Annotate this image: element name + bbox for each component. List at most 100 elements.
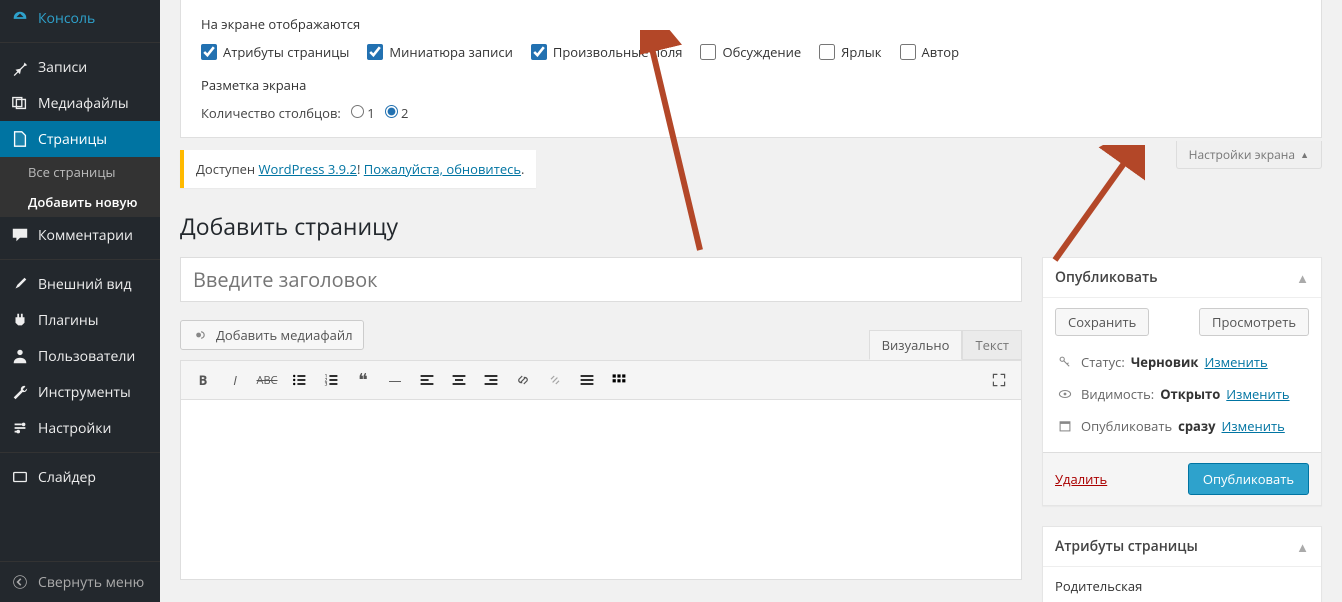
link-button[interactable] [509, 366, 537, 394]
slider-icon [10, 467, 30, 487]
menu-label: Консоль [38, 9, 95, 28]
menu-label: Настройки [38, 419, 111, 438]
menu-users[interactable]: Пользователи [0, 338, 160, 374]
cols-label: Количество столбцов: [201, 104, 341, 122]
editor-body[interactable] [180, 400, 1022, 580]
edit-status-link[interactable]: Изменить [1204, 353, 1267, 371]
unlink-button[interactable] [541, 366, 569, 394]
menu-pages[interactable]: Страницы [0, 121, 160, 157]
tab-text[interactable]: Текст [962, 330, 1022, 360]
visibility-line: Видимость: Открыто Изменить [1055, 378, 1309, 410]
editor-column: Добавить медиафайл Визуально Текст B I A… [180, 257, 1022, 602]
page-heading: Добавить страницу [180, 210, 1322, 242]
menu-slider[interactable]: Слайдер [0, 459, 160, 495]
hr-button[interactable]: — [381, 366, 409, 394]
strike-button[interactable]: ABC [253, 366, 281, 394]
chk-slug-input[interactable] [819, 44, 835, 60]
more-button[interactable] [573, 366, 601, 394]
screen-options-tab-label: Настройки экрана [1189, 146, 1295, 163]
update-link[interactable]: Пожалуйста, обновитесь [364, 160, 521, 178]
menu-settings[interactable]: Настройки [0, 410, 160, 446]
pages-submenu: Все страницы Добавить новую [0, 157, 160, 217]
pages-icon [10, 129, 30, 149]
menu-label: Страницы [38, 130, 107, 149]
preview-button[interactable]: Просмотреть [1199, 308, 1309, 336]
menu-plugins[interactable]: Плагины [0, 302, 160, 338]
toggle-publish-icon[interactable]: ▲ [1296, 269, 1309, 287]
edit-schedule-link[interactable]: Изменить [1222, 417, 1285, 435]
menu-dashboard[interactable]: Консоль [0, 0, 160, 36]
submenu-add-new[interactable]: Добавить новую [0, 187, 160, 217]
menu-posts[interactable]: Записи [0, 49, 160, 85]
main-content: На экране отображаются Атрибуты страницы… [160, 0, 1342, 602]
cols-1[interactable]: 1 [351, 104, 375, 122]
brush-icon [10, 274, 30, 294]
eye-icon [1055, 384, 1075, 404]
menu-comments[interactable]: Комментарии [0, 217, 160, 253]
ul-button[interactable] [285, 366, 313, 394]
chk-author[interactable]: Автор [900, 43, 960, 61]
chk-custom-fields[interactable]: Произвольные поля [531, 43, 683, 61]
menu-label: Записи [38, 58, 87, 77]
toolbar-toggle-button[interactable] [605, 366, 633, 394]
chk-page-attributes[interactable]: Атрибуты страницы [201, 43, 349, 61]
schedule-line: Опубликовать сразу Изменить [1055, 410, 1309, 442]
align-left-button[interactable] [413, 366, 441, 394]
wp-version-link[interactable]: WordPress 3.9.2 [259, 160, 357, 178]
align-center-button[interactable] [445, 366, 473, 394]
menu-label: Медиафайлы [38, 94, 129, 113]
menu-label: Плагины [38, 311, 99, 330]
annotation-arrow-2 [1045, 145, 1145, 265]
status-line: Статус: Черновик Изменить [1055, 346, 1309, 378]
italic-button[interactable]: I [221, 366, 249, 394]
plug-icon [10, 310, 30, 330]
submenu-all-pages[interactable]: Все страницы [0, 157, 160, 187]
ol-button[interactable]: 123 [317, 366, 345, 394]
chk-slug[interactable]: Ярлык [819, 43, 881, 61]
toggle-attributes-icon[interactable]: ▲ [1296, 538, 1309, 556]
menu-media[interactable]: Медиафайлы [0, 85, 160, 121]
chk-page-attributes-input[interactable] [201, 44, 217, 60]
editor-wrap: Визуально Текст B I ABC 123 ❝ — [180, 360, 1022, 580]
attributes-box: Атрибуты страницы ▲ Родительская [1042, 526, 1322, 602]
chk-author-input[interactable] [900, 44, 916, 60]
svg-text:3: 3 [325, 382, 328, 388]
save-draft-button[interactable]: Сохранить [1055, 308, 1149, 336]
bold-button[interactable]: B [189, 366, 217, 394]
collapse-menu[interactable]: Свернуть меню [0, 561, 160, 602]
chk-featured-image-input[interactable] [367, 44, 383, 60]
add-media-button[interactable]: Добавить медиафайл [180, 320, 364, 350]
parent-label: Родительская [1055, 577, 1309, 595]
screen-options-panel: На экране отображаются Атрибуты страницы… [180, 0, 1322, 138]
menu-appearance[interactable]: Внешний вид [0, 266, 160, 302]
align-right-button[interactable] [477, 366, 505, 394]
layout-title: Разметка экрана [201, 76, 1301, 94]
cols-2[interactable]: 2 [385, 104, 409, 122]
chk-discussion[interactable]: Обсуждение [700, 43, 801, 61]
update-notice: Доступен WordPress 3.9.2! Пожалуйста, об… [180, 150, 536, 188]
metabox-checkboxes: Атрибуты страницы Миниатюра записи Произ… [201, 43, 1301, 61]
edit-visibility-link[interactable]: Изменить [1226, 385, 1289, 403]
chk-custom-fields-input[interactable] [531, 44, 547, 60]
title-input[interactable] [180, 257, 1022, 302]
menu-tools[interactable]: Инструменты [0, 374, 160, 410]
settings-icon [10, 418, 30, 438]
publish-button[interactable]: Опубликовать [1188, 463, 1309, 495]
collapse-label: Свернуть меню [38, 573, 144, 592]
publish-title: Опубликовать [1055, 268, 1158, 287]
chk-discussion-input[interactable] [700, 44, 716, 60]
menu-label: Пользователи [38, 347, 135, 366]
screen-options-tab[interactable]: Настройки экрана ▲ [1176, 141, 1322, 169]
attributes-title: Атрибуты страницы [1055, 537, 1198, 556]
key-icon [1055, 352, 1075, 372]
delete-link[interactable]: Удалить [1055, 470, 1107, 488]
quote-button[interactable]: ❝ [349, 366, 377, 394]
tab-visual[interactable]: Визуально [869, 330, 963, 360]
media-icon-small [191, 325, 211, 345]
columns-radios: Количество столбцов: 1 2 [201, 104, 1301, 122]
publish-box: Опубликовать ▲ Сохранить Просмотреть Ста… [1042, 257, 1322, 506]
fullscreen-button[interactable] [985, 366, 1013, 394]
wrench-icon [10, 382, 30, 402]
collapse-icon [10, 572, 30, 592]
chk-featured-image[interactable]: Миниатюра записи [367, 43, 512, 61]
